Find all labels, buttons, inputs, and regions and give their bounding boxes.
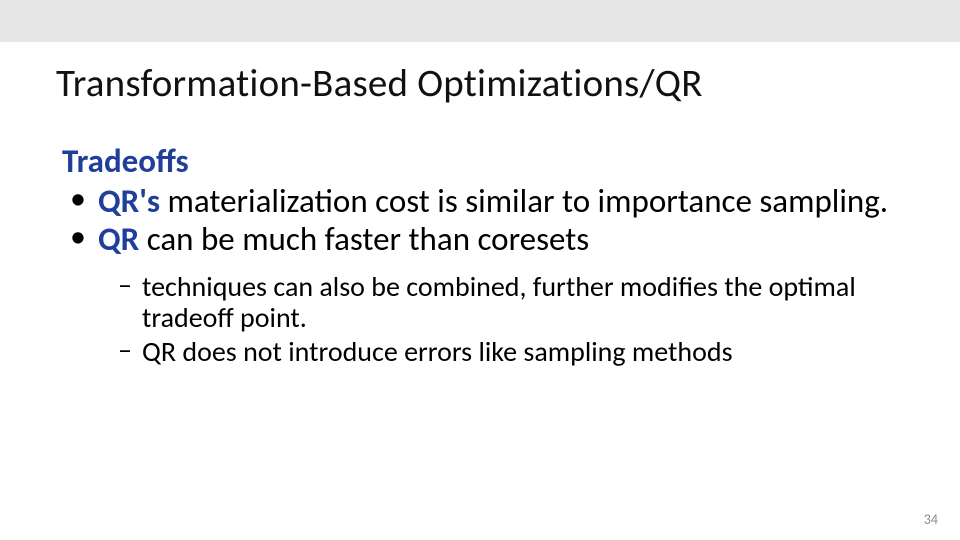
page-number: 34 [924, 511, 938, 528]
bullet-accent: QR [98, 219, 147, 259]
section-heading: Tradeoffs [62, 141, 920, 181]
slide: Transformation-Based Optimizations/QR Tr… [0, 0, 960, 540]
content-area: Tradeoffs QR's materialization cost is s… [0, 107, 960, 367]
sub-bullet-item: techniques can also be combined, further… [112, 271, 920, 334]
sub-bullet-list: techniques can also be combined, further… [112, 271, 920, 367]
slide-title: Transformation-Based Optimizations/QR [0, 42, 960, 107]
bullet-item: QR's materialization cost is similar to … [62, 183, 920, 221]
sub-bullet-item: QR does not introduce errors like sampli… [112, 336, 920, 367]
bullet-list: QR's materialization cost is similar to … [62, 183, 920, 367]
bullet-item: QR can be much faster than coresets tech… [62, 221, 920, 367]
bullet-accent: QR's [98, 181, 168, 221]
bullet-text: materialization cost is similar to impor… [168, 181, 889, 221]
top-banner [0, 0, 960, 42]
bullet-text: can be much faster than coresets [147, 219, 590, 259]
